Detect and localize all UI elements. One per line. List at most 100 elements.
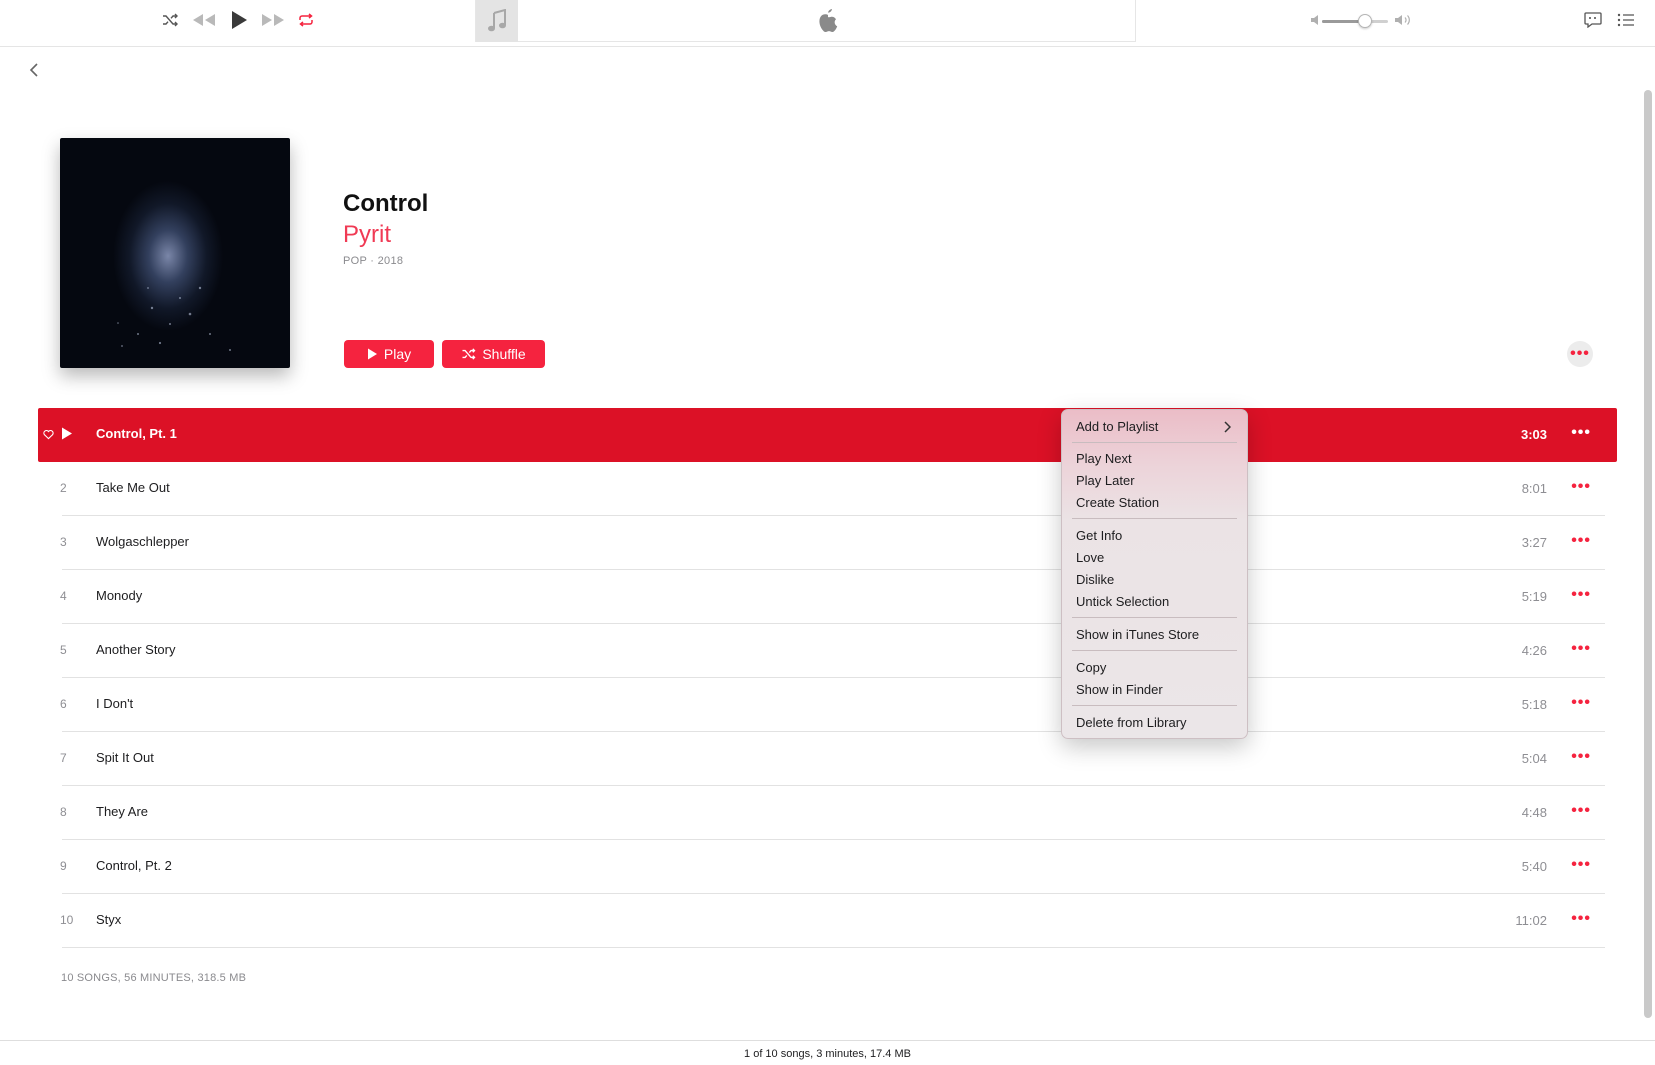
repeat-icon[interactable]	[296, 8, 316, 32]
shuffle-icon[interactable]	[159, 8, 181, 32]
menu-item-love[interactable]: Love	[1076, 550, 1104, 565]
track-name: Another Story	[96, 642, 176, 657]
menu-item-copy[interactable]: Copy	[1076, 660, 1106, 675]
track-name: Wolgaschlepper	[96, 534, 189, 549]
next-icon[interactable]	[260, 8, 286, 32]
track-more-button[interactable]: •••	[1571, 532, 1591, 550]
track-number: 7	[60, 751, 67, 765]
track-row[interactable]: 8 They Are 4:48 •••	[38, 786, 1617, 840]
up-next-icon[interactable]	[1615, 8, 1637, 32]
track-name: Control, Pt. 1	[96, 426, 177, 441]
status-bar: 1 of 10 songs, 3 minutes, 17.4 MB	[0, 1040, 1655, 1065]
track-duration: 5:19	[1521, 589, 1547, 604]
play-icon[interactable]	[228, 8, 250, 32]
more-dots-icon: •••	[1571, 802, 1591, 819]
track-number: 10	[60, 913, 74, 927]
more-dots-icon: •••	[1571, 424, 1591, 441]
album-summary: 10 SONGS, 56 MINUTES, 318.5 MB	[61, 972, 247, 984]
menu-separator	[1072, 650, 1237, 651]
play-button-label: Play	[383, 346, 412, 362]
heart-icon[interactable]	[43, 427, 54, 440]
more-dots-icon: •••	[1571, 748, 1591, 765]
more-dots-icon: •••	[1571, 694, 1591, 711]
track-row[interactable]: 4 Monody 5:19 •••	[38, 570, 1617, 624]
context-menu: Add to Playlist Play Next Play Later Cre…	[1061, 409, 1248, 739]
track-row[interactable]: 3 Wolgaschlepper 3:27 •••	[38, 516, 1617, 570]
track-name: I Don't	[96, 696, 134, 711]
track-row[interactable]: 6 I Don't 5:18 •••	[38, 678, 1617, 732]
track-more-button[interactable]: •••	[1571, 478, 1591, 496]
track-name: Take Me Out	[96, 480, 170, 495]
toolbar	[0, 0, 1655, 47]
volume-slider-knob[interactable]	[1357, 14, 1372, 28]
track-number: 9	[60, 859, 67, 873]
more-dots-icon: •••	[1571, 910, 1591, 927]
menu-item-delete-from-library[interactable]: Delete from Library	[1076, 715, 1187, 730]
menu-item-create-station[interactable]: Create Station	[1076, 495, 1159, 510]
track-name: They Are	[96, 804, 149, 819]
track-duration: 8:01	[1521, 481, 1547, 496]
track-row-selected[interactable]: Control, Pt. 1 3:03 •••	[38, 408, 1617, 462]
track-row[interactable]: 7 Spit It Out 5:04 •••	[38, 732, 1617, 786]
menu-item-dislike[interactable]: Dislike	[1076, 572, 1114, 587]
track-more-button[interactable]: •••	[1571, 424, 1591, 442]
album-more-button[interactable]: •••	[1567, 341, 1593, 367]
album-title: Control	[343, 190, 429, 217]
track-more-button[interactable]: •••	[1571, 910, 1591, 928]
chevron-right-icon	[1223, 420, 1232, 433]
menu-item-get-info[interactable]: Get Info	[1076, 528, 1122, 543]
menu-item-play-next[interactable]: Play Next	[1076, 451, 1132, 466]
menu-item-add-to-playlist[interactable]: Add to Playlist	[1076, 419, 1158, 434]
track-more-button[interactable]: •••	[1571, 694, 1591, 712]
lyrics-icon[interactable]	[1582, 8, 1604, 32]
track-duration: 5:04	[1521, 751, 1547, 766]
menu-separator	[1072, 705, 1237, 706]
row-divider	[62, 947, 1605, 948]
now-playing-display	[475, 0, 1136, 42]
track-more-button[interactable]: •••	[1571, 802, 1591, 820]
track-duration: 11:02	[1515, 913, 1547, 928]
menu-item-untick-selection[interactable]: Untick Selection	[1076, 594, 1169, 609]
track-list: Control, Pt. 1 3:03 ••• 2 Take Me Out 8:…	[38, 408, 1617, 948]
track-row[interactable]: 2 Take Me Out 8:01 •••	[38, 462, 1617, 516]
track-duration: 4:26	[1521, 643, 1547, 658]
album-artwork	[60, 138, 290, 368]
album-genre-year: POP · 2018	[343, 255, 404, 267]
track-name: Spit It Out	[96, 750, 154, 765]
volume-low-icon	[1310, 8, 1322, 32]
track-number: 5	[60, 643, 67, 657]
now-playing-icon[interactable]	[61, 427, 73, 440]
scrollbar[interactable]	[1644, 90, 1652, 1018]
track-duration: 4:48	[1521, 805, 1547, 820]
music-note-icon	[476, 0, 518, 42]
track-name: Control, Pt. 2	[96, 858, 172, 873]
track-name: Styx	[96, 912, 122, 927]
play-icon	[367, 348, 377, 360]
more-dots-icon: •••	[1570, 345, 1590, 362]
track-row[interactable]: 10 Styx 11:02 •••	[38, 894, 1617, 948]
menu-separator	[1072, 518, 1237, 519]
previous-icon[interactable]	[191, 8, 217, 32]
menu-item-show-in-itunes-store[interactable]: Show in iTunes Store	[1076, 627, 1199, 642]
volume-slider[interactable]	[1322, 14, 1388, 28]
track-number: 8	[60, 805, 67, 819]
more-dots-icon: •••	[1571, 532, 1591, 549]
track-more-button[interactable]: •••	[1571, 748, 1591, 766]
menu-item-show-in-finder[interactable]: Show in Finder	[1076, 682, 1163, 697]
play-button[interactable]: Play	[344, 340, 434, 368]
menu-item-play-later[interactable]: Play Later	[1076, 473, 1135, 488]
back-chevron-icon[interactable]	[26, 60, 42, 80]
menu-separator	[1072, 442, 1237, 443]
track-more-button[interactable]: •••	[1571, 856, 1591, 874]
shuffle-icon	[462, 348, 476, 360]
album-artist-link[interactable]: Pyrit	[343, 221, 391, 249]
more-dots-icon: •••	[1571, 478, 1591, 495]
track-more-button[interactable]: •••	[1571, 640, 1591, 658]
more-dots-icon: •••	[1571, 640, 1591, 657]
apple-logo-icon	[816, 7, 840, 35]
shuffle-button[interactable]: Shuffle	[442, 340, 545, 368]
track-row[interactable]: 9 Control, Pt. 2 5:40 •••	[38, 840, 1617, 894]
track-more-button[interactable]: •••	[1571, 586, 1591, 604]
status-text: 1 of 10 songs, 3 minutes, 17.4 MB	[744, 1048, 911, 1060]
track-row[interactable]: 5 Another Story 4:26 •••	[38, 624, 1617, 678]
